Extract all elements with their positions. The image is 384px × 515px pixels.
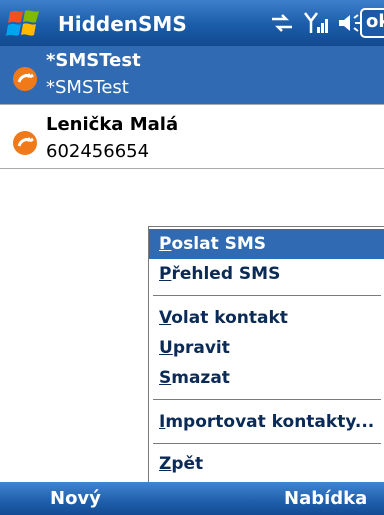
contact-number: *SMSTest [46,77,129,98]
menu-accelerator: S [159,368,172,388]
menu-item-upravit[interactable]: Upravit [149,333,384,363]
menu-item-volat-kontakt[interactable]: Volat kontakt [149,303,384,333]
connectivity-icon[interactable] [268,10,296,36]
menu-accelerator: P [159,234,172,254]
contact-number: 602456654 [46,141,150,162]
contact-icon [12,66,38,92]
title-bar: HiddenSMS ok [0,0,384,46]
softkey-novy[interactable]: Nový [50,488,101,509]
row-divider [0,104,384,105]
contact-row[interactable]: Lenička Malá 602456654 [0,110,384,168]
menu-item-zpet[interactable]: Zpět [149,449,384,479]
windows-start-icon[interactable] [4,6,46,40]
context-menu: Poslat SMS Přehled SMS Volat kontakt Upr… [148,226,384,482]
contact-name: Lenička Malá [46,114,179,135]
menu-item-label: pravit [172,338,230,358]
menu-item-label: mazat [171,368,230,388]
softkey-nabidka[interactable]: Nabídka [284,488,367,509]
menu-accelerator: U [159,338,173,358]
menu-item-label: řehled SMS [171,264,281,284]
menu-item-prehled-sms[interactable]: Přehled SMS [149,259,384,289]
signal-icon[interactable] [302,10,330,36]
menu-separator [153,295,381,296]
app-title: HiddenSMS [58,12,187,36]
menu-item-poslat-sms[interactable]: Poslat SMS [149,229,384,259]
row-divider [0,168,384,169]
menu-item-label: oslat SMS [171,234,267,254]
menu-separator [153,443,381,444]
menu-item-label: pět [171,454,204,474]
menu-item-importovat-kontakty[interactable]: Importovat kontakty... [149,407,384,437]
contact-name: *SMSTest [46,50,141,71]
menu-item-label: olat kontakt [171,308,288,328]
menu-item-smazat[interactable]: Smazat [149,363,384,393]
menu-accelerator: P [159,264,172,284]
softkey-bar: Nový Nabídka [0,482,384,515]
menu-item-label: mportovat kontakty... [165,412,375,432]
ok-button[interactable]: ok [360,8,384,38]
menu-separator [153,399,381,400]
contact-icon [12,130,38,156]
menu-accelerator: V [159,308,172,328]
contact-row[interactable]: *SMSTest *SMSTest [0,46,384,104]
menu-accelerator: Z [159,454,172,474]
